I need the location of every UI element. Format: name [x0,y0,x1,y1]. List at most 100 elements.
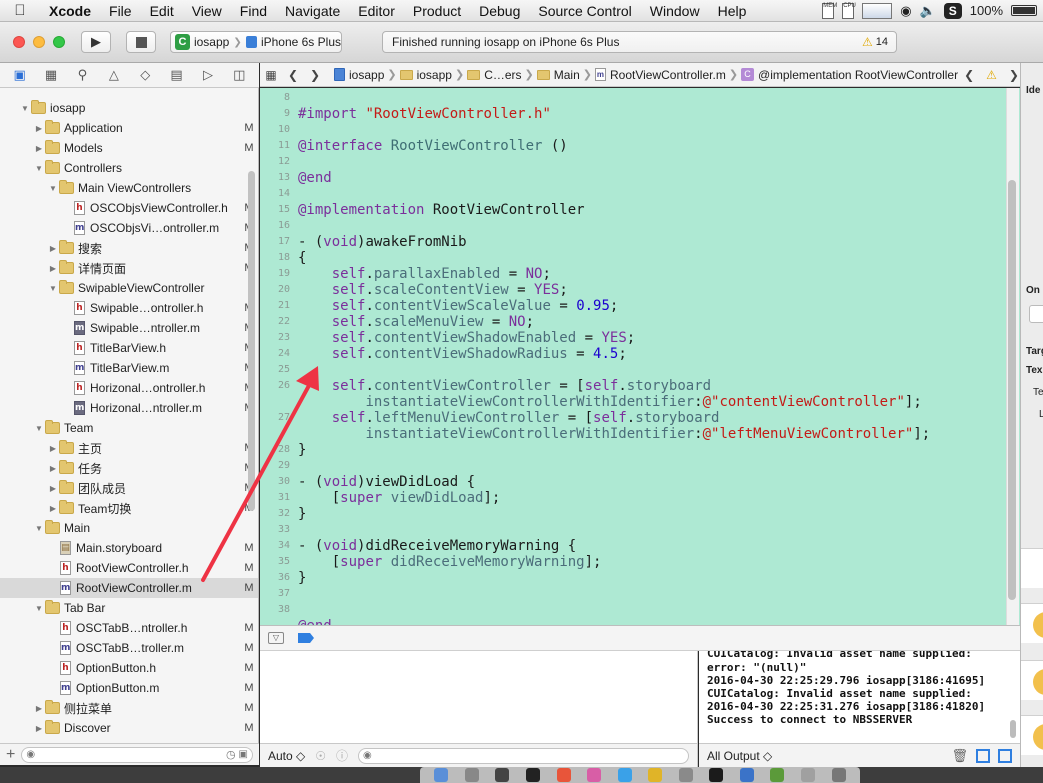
report-icon[interactable]: ◫ [230,67,248,83]
inspector-input[interactable] [1029,305,1043,323]
volume-icon[interactable]: 🔈 [920,3,936,19]
scheme-selector[interactable]: C iosapp ❯ iPhone 6s Plus [170,31,342,53]
code-line[interactable]: } [298,506,306,522]
group-row[interactable]: ▼ Main [0,518,258,538]
zoom-window-button[interactable] [53,36,65,48]
stop-button[interactable] [126,31,156,53]
trash-icon[interactable]: 🗑 [951,748,968,764]
info-icon[interactable]: ⓘ [336,747,348,764]
menu-file[interactable]: File [100,3,141,19]
folder-icon[interactable]: ▣ [11,67,29,83]
finder-icon[interactable] [434,768,449,782]
file-row[interactable]: mOSCObjsVi…ontroller.mM [0,218,258,238]
warning-icon[interactable]: ⚠ [986,68,997,82]
disclosure-open-icon[interactable]: ▼ [20,104,30,113]
chevron-right-icon[interactable]: ❯ [1003,68,1020,82]
code-line[interactable]: - (void)didReceiveMemoryWarning { [298,538,576,554]
recent-files-icon[interactable]: ◷ [226,748,236,761]
group-row[interactable]: ▼ Team [0,418,258,438]
menu-help[interactable]: Help [709,3,756,19]
group-row[interactable]: ▶ Discover M [0,718,258,738]
chevron-left-icon[interactable]: ❮ [958,68,980,82]
navigator-filter-input[interactable]: ◉ ◷ ▣ [21,746,253,763]
chrome-icon[interactable] [556,768,571,782]
code-line[interactable]: - (void)awakeFromNib [298,234,467,250]
code-line[interactable]: } [298,570,306,586]
code-line[interactable]: self.contentViewShadowRadius = 4.5; [298,346,627,362]
network-graph-icon[interactable] [862,2,893,19]
related-items-icon[interactable]: ▦ [260,68,282,82]
code-line[interactable]: - (void)viewDidLoad { [298,474,475,490]
group-row[interactable]: ▶ Application M [0,118,258,138]
code-line[interactable]: self.contentViewController = [self.story… [298,378,711,394]
file-row[interactable]: m RootViewController.m M [0,578,258,598]
menu-find[interactable]: Find [231,3,276,19]
eye-icon[interactable]: ☉ [315,749,326,763]
code-line[interactable]: @implementation RootViewController [298,202,585,218]
group-row[interactable]: ▶ Models M [0,138,258,158]
auto-scope-popup[interactable]: Auto ◇ [268,749,305,763]
code-line[interactable]: { [298,250,306,266]
group-row[interactable]: ▼ SwipableViewController [0,278,258,298]
file-row[interactable]: h RootViewController.h M [0,558,258,578]
menu-window[interactable]: Window [641,3,709,19]
disclosure-open-icon[interactable]: ▼ [34,424,44,433]
group-row[interactable]: ▼ Main ViewControllers [0,178,258,198]
code-line[interactable]: @interface RootViewController () [298,138,568,154]
code-line[interactable]: [super viewDidLoad]; [298,490,501,506]
disclosure-open-icon[interactable]: ▼ [34,524,44,533]
group-row[interactable]: ▼ Tab Bar [0,598,258,618]
file-row[interactable]: ▤ Main.storyboard M [0,538,258,558]
file-row[interactable]: hHorizonal…ontroller.hM [0,378,258,398]
battery-icon[interactable] [1011,5,1037,16]
disclosure-closed-icon[interactable]: ▶ [48,244,58,253]
library-tab-strip[interactable] [1021,548,1043,588]
xcode-icon[interactable] [739,768,754,782]
file-row[interactable]: mTitleBarView.mM [0,358,258,378]
disclosure-closed-icon[interactable]: ▶ [48,264,58,273]
file-row[interactable]: h OptionButton.h M [0,658,258,678]
group-row[interactable]: ▶搜索M [0,238,258,258]
group-row[interactable]: ▶ 侧拉菜单 M [0,698,258,718]
group-row[interactable]: ▶Team切换M [0,498,258,518]
file-row[interactable]: m OSCTabB…troller.m M [0,638,258,658]
issue-warning-icon[interactable]: △ [105,67,123,83]
code-line[interactable]: self.leftMenuViewController = [self.stor… [298,410,720,426]
disclosure-open-icon[interactable]: ▼ [48,184,58,193]
file-row[interactable]: hOSCObjsViewController.hM [0,198,258,218]
notes-icon[interactable] [648,768,663,782]
disclosure-closed-icon[interactable]: ▶ [34,144,44,153]
code-line[interactable]: self.scaleContentView = YES; [298,282,568,298]
disclosure-open-icon[interactable]: ▼ [34,164,44,173]
run-button[interactable]: ▶ [81,31,111,53]
disclosure-open-icon[interactable]: ▼ [34,604,44,613]
show-variables-icon[interactable] [976,748,990,763]
console-scrollbar[interactable] [1010,720,1016,738]
code-line[interactable]: self.parallaxEnabled = NO; [298,266,551,282]
preview-icon[interactable] [801,768,816,782]
variables-filter-input[interactable]: ◉ [358,747,689,764]
file-row[interactable]: h OSCTabB…ntroller.h M [0,618,258,638]
crumb-project[interactable]: iosapp [334,68,384,82]
close-window-button[interactable] [13,36,25,48]
wifi-icon[interactable]: ◉ [900,3,911,19]
s-app-icon[interactable]: S [943,2,962,19]
editor-scrollbar[interactable] [1008,180,1016,600]
group-row-clipped[interactable] [0,88,258,98]
disclosure-closed-icon[interactable]: ▶ [48,484,58,493]
disclosure-closed-icon[interactable]: ▶ [34,704,44,713]
group-row[interactable]: ▼ Controllers [0,158,258,178]
library-item[interactable] [1021,660,1043,700]
code-line[interactable]: self.contentViewShadowEnabled = YES; [298,330,635,346]
hide-debug-area-icon[interactable]: ▽ [268,632,284,644]
library-item[interactable] [1021,715,1043,755]
breakpoints-toggle-icon[interactable] [298,633,314,643]
group-row[interactable]: ▼ iosapp [0,98,258,118]
source-editor[interactable]: 8 9 10 11 12 13 14 15 16 17 18 19 20 21 22 23 24 25 26 27 28… [260,88,1020,625]
launchpad-icon[interactable] [464,768,479,782]
code-line[interactable]: @end [298,618,332,625]
crumb-group-iosapp[interactable]: iosapp [399,68,452,82]
wechat-icon[interactable] [770,768,785,782]
file-row[interactable]: hSwipable…ontroller.hM [0,298,258,318]
crumb-group-main[interactable]: Main [536,68,580,82]
